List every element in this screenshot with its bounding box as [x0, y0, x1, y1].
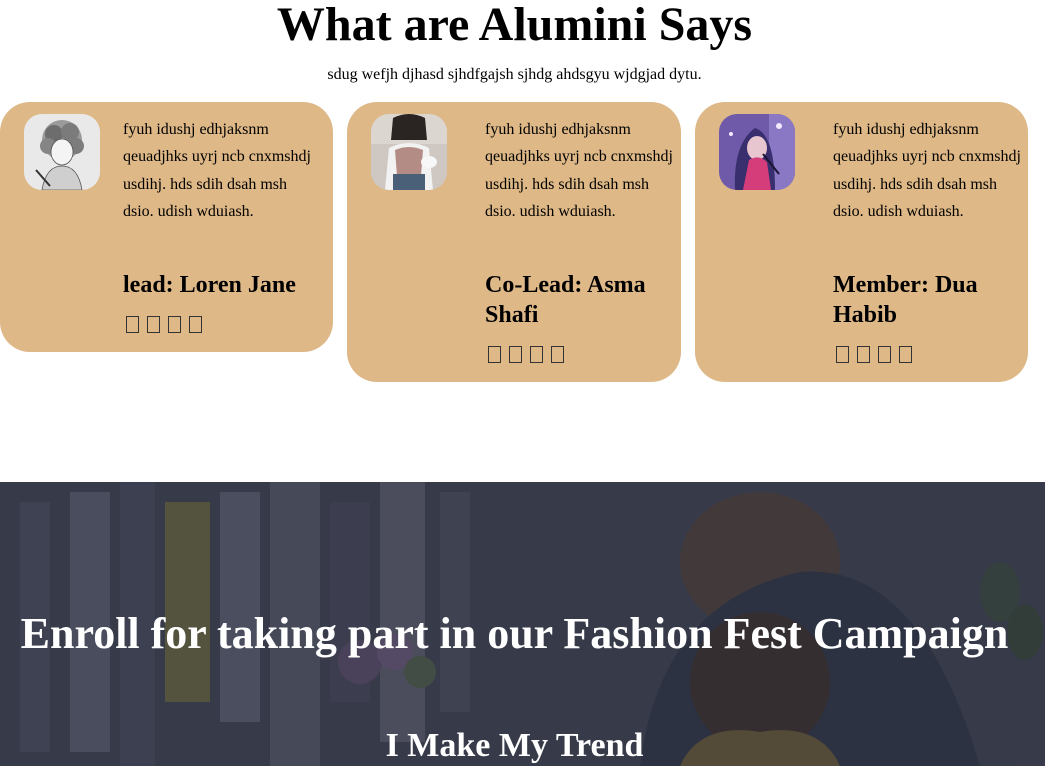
testimonial-text: fyuh idushj edhjaksnm qeuadjhks uyrj ncb… — [123, 121, 311, 221]
testimonial-card: fyuh idushj edhjaksnm qeuadjhks uyrj ncb… — [0, 102, 333, 352]
star-icon — [836, 346, 849, 363]
enroll-banner: Enroll for taking part in our Fashion Fe… — [0, 482, 1045, 766]
banner-title: Enroll for taking part in our Fashion Fe… — [20, 609, 1009, 658]
star-icon — [488, 346, 501, 363]
testimonial-text: fyuh idushj edhjaksnm qeuadjhks uyrj ncb… — [833, 121, 1021, 221]
rating-stars — [126, 316, 202, 333]
star-icon — [126, 316, 139, 333]
star-icon — [878, 346, 891, 363]
avatar — [719, 114, 795, 190]
rating-stars — [488, 346, 564, 363]
avatar-illustration-image — [719, 114, 795, 190]
avatar-photo-image — [371, 114, 447, 190]
star-icon — [168, 316, 181, 333]
star-icon — [551, 346, 564, 363]
testimonial-text: fyuh idushj edhjaksnm qeuadjhks uyrj ncb… — [485, 121, 673, 221]
star-icon — [189, 316, 202, 333]
testimonial-author: lead: Loren Jane — [123, 272, 296, 298]
testimonial-card: fyuh idushj edhjaksnm qeuadjhks uyrj ncb… — [695, 102, 1028, 382]
star-icon — [530, 346, 543, 363]
star-icon — [509, 346, 522, 363]
rating-stars — [836, 346, 912, 363]
testimonial-card: fyuh idushj edhjaksnm qeuadjhks uyrj ncb… — [347, 102, 681, 382]
testimonial-author: Member: Dua Habib — [833, 272, 978, 328]
avatar — [371, 114, 447, 190]
banner-subtitle: I Make My Trend — [385, 727, 644, 764]
alumni-section-title: What are Alumini Says — [276, 0, 753, 51]
testimonial-author: Co-Lead: Asma Shafi — [485, 272, 646, 328]
star-icon — [147, 316, 160, 333]
star-icon — [857, 346, 870, 363]
star-icon — [899, 346, 912, 363]
alumni-section-subtitle: sdug wefjh djhasd sjhdfgajsh sjhdg ahdsg… — [327, 66, 702, 83]
avatar — [24, 114, 100, 190]
page: What are Alumini Says sdug wefjh djhasd … — [0, 0, 1045, 766]
avatar-sketch-image — [24, 114, 100, 190]
